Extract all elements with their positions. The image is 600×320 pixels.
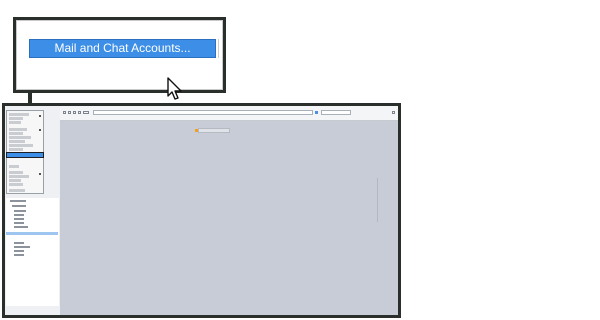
menu-item[interactable] (9, 189, 25, 192)
chevron-right-icon (39, 115, 41, 117)
folder-tree-item[interactable] (14, 210, 26, 212)
context-menu (6, 110, 44, 194)
menu-item[interactable] (9, 117, 23, 120)
tutorial-screenshot: Mail and Chat Accounts... (0, 0, 600, 320)
folder-tree-item[interactable] (14, 254, 24, 256)
reload-icon[interactable] (73, 111, 76, 114)
folder-tree (6, 198, 59, 306)
menu-item[interactable] (9, 179, 21, 182)
selected-folder[interactable] (6, 232, 58, 235)
forward-icon[interactable] (68, 111, 71, 114)
menu-item[interactable] (9, 140, 25, 143)
menu-item[interactable] (9, 132, 23, 135)
mouse-pointer-arrow-icon (167, 77, 182, 100)
folder-tree-item[interactable] (12, 205, 26, 207)
menu-item[interactable] (9, 136, 31, 139)
menu-item[interactable] (9, 121, 21, 124)
panel-toggle-icon[interactable] (392, 111, 395, 114)
mail-and-chat-accounts-menu-item[interactable]: Mail and Chat Accounts... (29, 39, 216, 58)
folder-tree-item[interactable] (14, 250, 24, 252)
menu-item[interactable] (9, 171, 23, 174)
divider (377, 178, 378, 222)
folder-tree-item[interactable] (10, 200, 26, 202)
folder-tree-item[interactable] (14, 242, 24, 244)
zoom-callout: Mail and Chat Accounts... (13, 17, 226, 100)
folder-tree-item[interactable] (14, 246, 30, 248)
sidebar (5, 106, 61, 315)
folder-tree-item[interactable] (14, 226, 28, 228)
search-engine-icon[interactable] (315, 111, 318, 114)
menu-item[interactable] (9, 113, 29, 116)
application-window (2, 103, 401, 318)
chevron-right-icon (39, 129, 41, 131)
menu-item[interactable] (9, 148, 23, 151)
folder-tree-item[interactable] (14, 214, 24, 216)
search-input[interactable] (321, 110, 351, 115)
menu-item[interactable] (9, 144, 33, 147)
mail-and-chat-accounts-menu-item-highlight[interactable] (6, 152, 44, 158)
main-content (60, 121, 398, 315)
home-icon[interactable] (78, 111, 81, 114)
back-icon[interactable] (63, 111, 66, 114)
address-bar[interactable] (93, 110, 313, 115)
folder-tree-item[interactable] (14, 218, 24, 220)
menu-item[interactable] (9, 165, 19, 168)
menu-item[interactable] (9, 183, 23, 186)
notification-bar[interactable] (198, 128, 230, 133)
menu-item[interactable] (9, 128, 27, 131)
menu-separator (218, 39, 219, 58)
toolbar (60, 106, 398, 121)
folder-tree-item[interactable] (14, 222, 24, 224)
menu-item[interactable] (9, 175, 29, 178)
chevron-right-icon (39, 173, 41, 175)
menu-icon[interactable] (83, 111, 89, 114)
